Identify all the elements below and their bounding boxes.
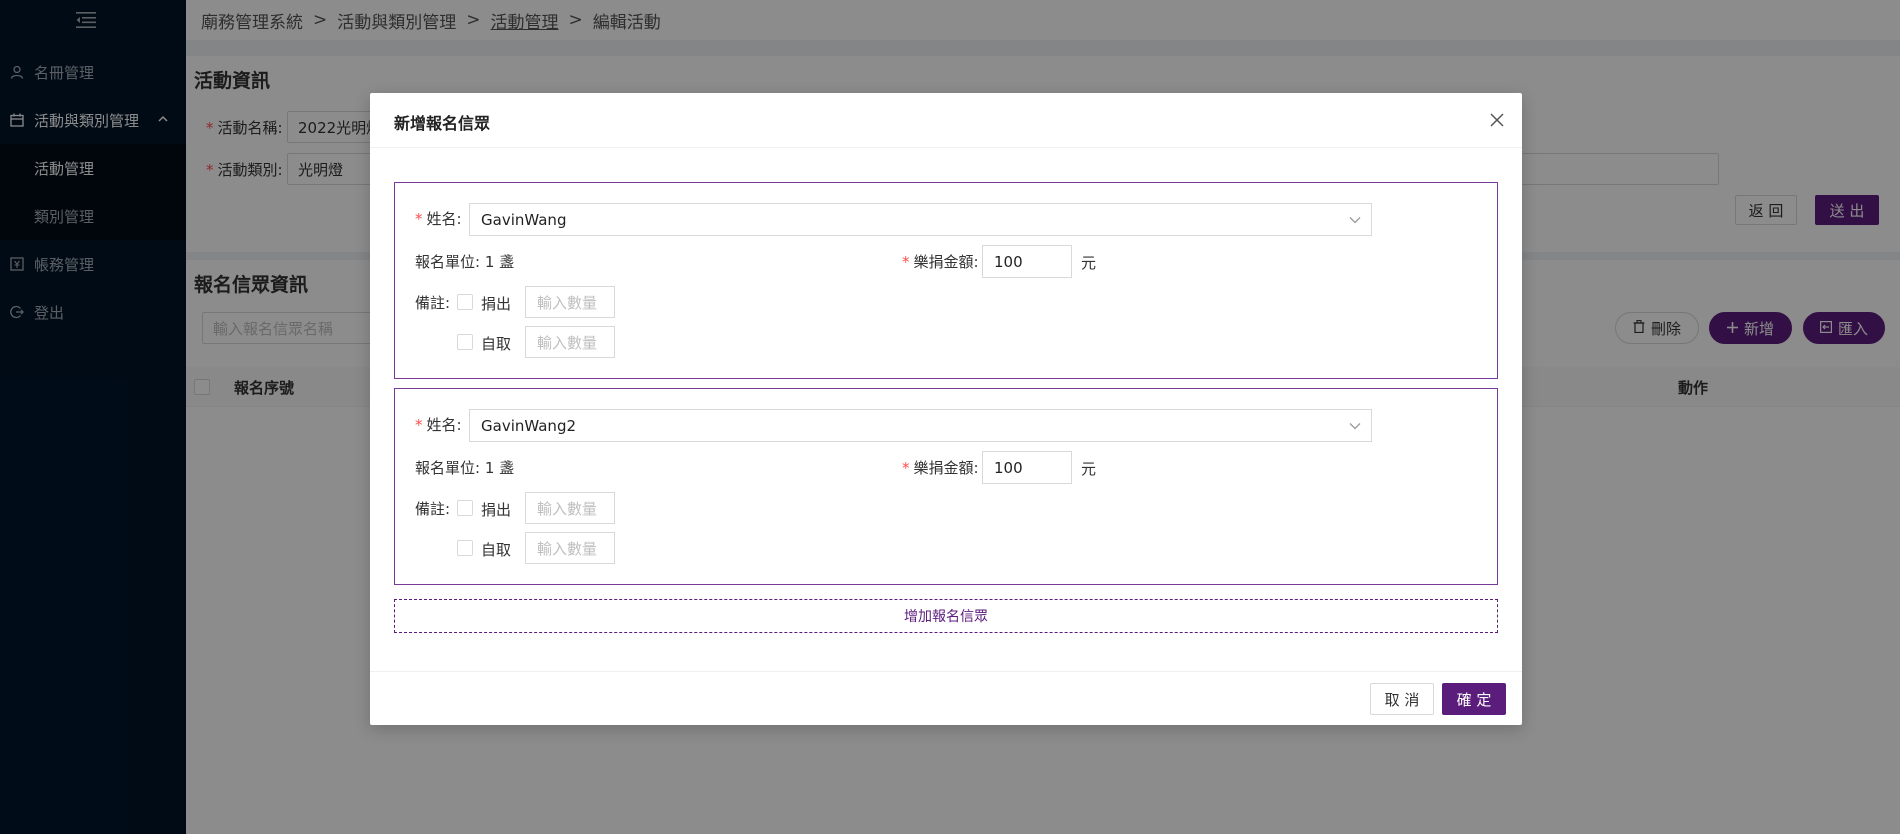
name-select[interactable]: GavinWang2: [469, 409, 1372, 442]
amount-input[interactable]: 100: [982, 245, 1072, 278]
donate-qty-input[interactable]: 輸入數量: [525, 286, 615, 318]
unit-text: 報名單位: 1 盞: [415, 253, 515, 271]
amount-unit: 元: [1081, 254, 1097, 272]
name-label: * 姓名:: [415, 416, 462, 434]
pickup-qty-input[interactable]: 輸入數量: [525, 532, 615, 564]
pickup-checkbox[interactable]: [457, 540, 473, 556]
pickup-qty-input[interactable]: 輸入數量: [525, 326, 615, 358]
chevron-down-icon: [1349, 423, 1361, 430]
donate-label: 捐出: [481, 501, 512, 519]
amount-label: * 樂捐金額:: [902, 253, 979, 271]
unit-text: 報名單位: 1 盞: [415, 459, 515, 477]
donate-label: 捐出: [481, 295, 512, 313]
pickup-label: 自取: [481, 541, 512, 559]
close-icon[interactable]: [1490, 113, 1504, 127]
donate-checkbox[interactable]: [457, 294, 473, 310]
note-label: 備註:: [415, 500, 451, 518]
modal-title: 新增報名信眾: [394, 114, 491, 133]
donate-checkbox[interactable]: [457, 500, 473, 516]
modal-footer: 取 消 確 定: [370, 671, 1522, 725]
note-label: 備註:: [415, 294, 451, 312]
name-label: * 姓名:: [415, 210, 462, 228]
modal-header: 新增報名信眾: [370, 93, 1522, 148]
amount-unit: 元: [1081, 460, 1097, 478]
ok-button[interactable]: 確 定: [1442, 683, 1506, 715]
amount-input[interactable]: 100: [982, 451, 1072, 484]
pickup-label: 自取: [481, 335, 512, 353]
registrant-entry: * 姓名: GavinWang 報名單位: 1 盞 * 樂捐金額: 100 元 備註…: [394, 182, 1498, 379]
name-value: GavinWang: [481, 210, 567, 229]
name-value: GavinWang2: [481, 416, 577, 435]
name-select[interactable]: GavinWang: [469, 203, 1372, 236]
chevron-down-icon: [1349, 217, 1361, 224]
donate-qty-input[interactable]: 輸入數量: [525, 492, 615, 524]
cancel-button[interactable]: 取 消: [1370, 683, 1434, 715]
amount-label: * 樂捐金額:: [902, 459, 979, 477]
add-registrant-modal: 新增報名信眾 * 姓名: GavinWang 報名單位: 1 盞 * 樂捐金額: 1…: [370, 93, 1522, 725]
pickup-checkbox[interactable]: [457, 334, 473, 350]
add-registrant-entry-button[interactable]: 增加報名信眾: [394, 599, 1498, 633]
registrant-entry: * 姓名: GavinWang2 報名單位: 1 盞 * 樂捐金額: 100 元 備…: [394, 388, 1498, 585]
